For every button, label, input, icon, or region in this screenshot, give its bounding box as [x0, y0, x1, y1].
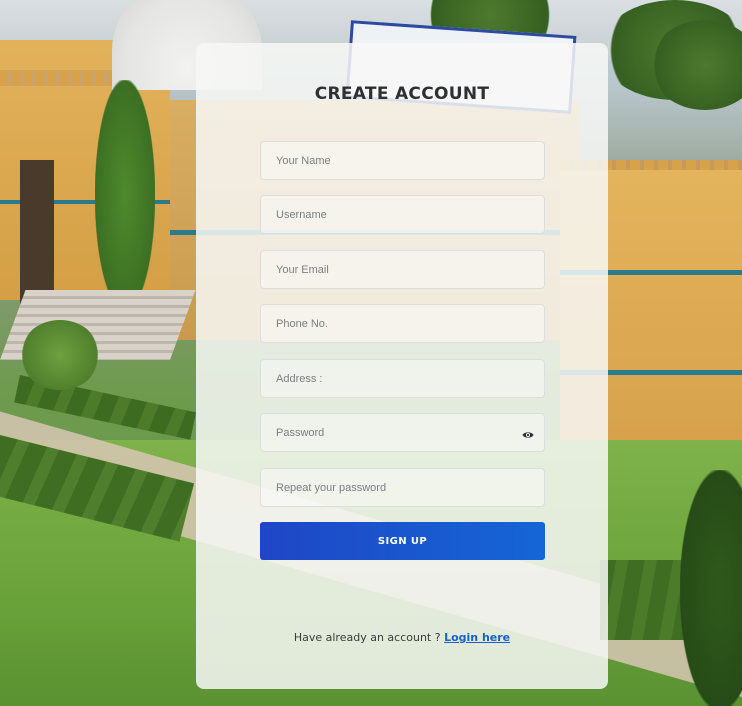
name-input[interactable] — [260, 141, 545, 180]
login-prompt: Have already an account ? Login here — [196, 631, 608, 644]
shrub — [20, 320, 100, 390]
phone-input[interactable] — [260, 304, 545, 343]
sign-up-button[interactable]: SIGN UP — [260, 522, 545, 560]
tree — [95, 80, 155, 310]
username-input[interactable] — [260, 195, 545, 234]
page-title: CREATE ACCOUNT — [314, 84, 490, 104]
eye-icon[interactable] — [522, 428, 534, 440]
address-input[interactable] — [260, 359, 545, 398]
email-input[interactable] — [260, 250, 545, 289]
tree — [680, 470, 742, 706]
login-prompt-text: Have already an account ? — [293, 631, 445, 644]
repeat-password-input[interactable] — [260, 468, 545, 507]
building-door — [20, 160, 54, 310]
password-input[interactable] — [260, 413, 545, 452]
login-link[interactable]: Login here — [444, 631, 510, 644]
